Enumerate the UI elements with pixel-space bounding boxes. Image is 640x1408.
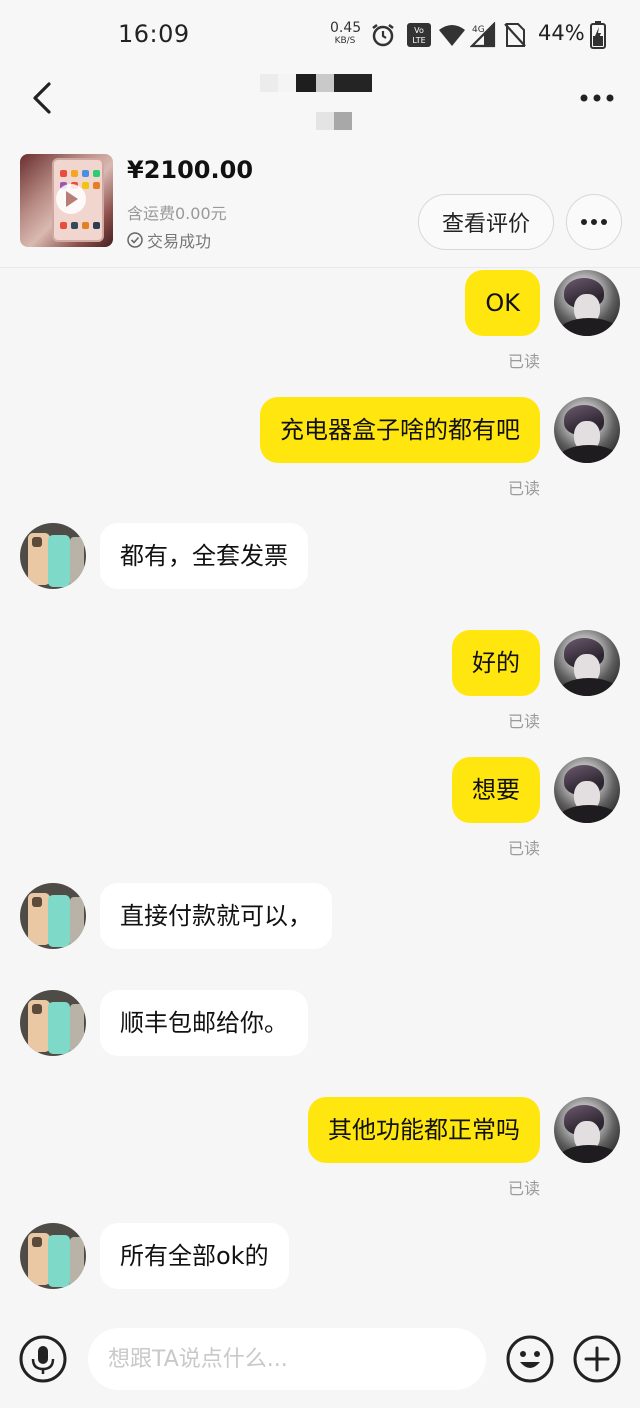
message-bubble[interactable]: 都有，全套发票 — [100, 523, 308, 589]
chat-header — [0, 70, 640, 140]
seller-avatar[interactable] — [20, 1223, 86, 1289]
microphone-icon — [19, 1335, 67, 1383]
trade-status-label: 交易成功 — [147, 232, 212, 251]
my-avatar[interactable] — [554, 397, 620, 463]
input-bar — [0, 1310, 640, 1408]
battery-percent: 44% — [538, 21, 585, 45]
no-sim-icon — [503, 22, 527, 52]
ellipsis-icon — [580, 94, 614, 102]
read-receipt: 已读 — [507, 479, 540, 498]
plus-icon — [573, 1335, 621, 1383]
read-receipt: 已读 — [507, 352, 540, 371]
read-receipt: 已读 — [507, 1179, 540, 1198]
seller-avatar[interactable] — [20, 523, 86, 589]
check-circle-icon — [127, 232, 143, 248]
volte-icon: Vo LTE — [406, 22, 432, 52]
message-bubble[interactable]: 顺丰包邮给你。 — [100, 990, 308, 1056]
network-speed-unit: KB/S — [334, 36, 356, 46]
signal-icon: 4G — [469, 21, 496, 52]
seller-avatar[interactable] — [20, 883, 86, 949]
read-receipt: 已读 — [507, 839, 540, 858]
shipping-fee: 含运费0.00元 — [127, 204, 227, 223]
chevron-left-icon — [33, 82, 51, 114]
message-bubble[interactable]: 想要 — [452, 757, 540, 823]
view-review-button[interactable]: 查看评价 — [418, 194, 554, 250]
voice-button[interactable] — [18, 1334, 68, 1384]
status-time: 16:09 — [118, 20, 190, 48]
battery-charging-icon — [590, 21, 606, 53]
seller-avatar[interactable] — [20, 990, 86, 1056]
wifi-icon — [438, 22, 466, 52]
network-speed-value: 0.45 — [330, 20, 362, 36]
emoji-button[interactable] — [505, 1334, 555, 1384]
message-bubble[interactable]: 充电器盒子啥的都有吧 — [260, 397, 540, 463]
volte-bottom-text: LTE — [412, 36, 425, 45]
product-card[interactable]: ¥2100.00 含运费0.00元 交易成功 查看评价 — [0, 140, 640, 268]
more-options-button[interactable] — [572, 78, 622, 118]
message-input[interactable] — [88, 1328, 486, 1390]
my-avatar[interactable] — [554, 1097, 620, 1163]
ellipsis-icon — [581, 219, 607, 225]
product-price: ¥2100.00 — [127, 156, 254, 184]
smiley-icon — [506, 1335, 554, 1383]
message-bubble[interactable]: 好的 — [452, 630, 540, 696]
trade-status: 交易成功 — [127, 228, 211, 252]
product-thumbnail[interactable] — [20, 154, 113, 247]
my-avatar[interactable] — [554, 630, 620, 696]
status-bar: 16:09 0.45 KB/S Vo LTE 4G 44% — [0, 0, 640, 70]
network-speed: 0.45 KB/S — [330, 20, 362, 48]
product-more-button[interactable] — [566, 194, 622, 250]
message-bubble[interactable]: OK — [465, 270, 540, 336]
message-bubble[interactable]: 其他功能都正常吗 — [308, 1097, 540, 1163]
my-avatar[interactable] — [554, 757, 620, 823]
read-receipt: 已读 — [507, 712, 540, 731]
message-bubble[interactable]: 直接付款就可以， — [100, 883, 332, 949]
play-icon — [56, 184, 86, 214]
my-avatar[interactable] — [554, 270, 620, 336]
back-button[interactable] — [20, 76, 64, 120]
alarm-icon — [370, 22, 396, 52]
signal-label: 4G — [472, 25, 485, 35]
volte-top-text: Vo — [414, 26, 424, 35]
add-attachment-button[interactable] — [572, 1334, 622, 1384]
message-bubble[interactable]: 所有全部ok的 — [100, 1223, 289, 1289]
